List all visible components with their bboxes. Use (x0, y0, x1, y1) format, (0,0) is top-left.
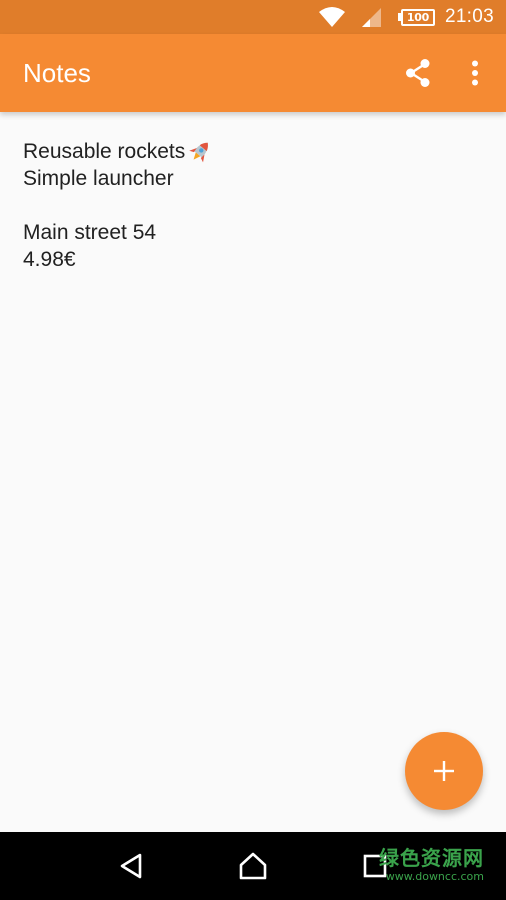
home-icon (239, 852, 267, 880)
cell-signal-icon (360, 6, 382, 28)
watermark-text: 绿色资源网 (379, 846, 484, 870)
battery-icon: 100 (397, 8, 435, 26)
notes-screen: 100 21:03 Notes Reusable rockets Simple … (0, 0, 506, 900)
battery-level: 100 (406, 10, 429, 24)
note-text-area[interactable]: Reusable rockets Simple launcher Main st… (0, 112, 506, 832)
battery-body: 100 (400, 8, 435, 26)
more-vert-icon (472, 60, 478, 86)
note-line: Reusable rockets (23, 138, 483, 165)
more-options-button[interactable] (460, 53, 490, 93)
note-line-text: 4.98€ (23, 248, 76, 271)
plus-icon (434, 761, 454, 781)
note-blank-line (23, 192, 483, 219)
back-button[interactable] (101, 836, 161, 896)
wifi-icon (318, 6, 346, 28)
share-button[interactable] (398, 53, 438, 93)
note-line-text: Reusable rockets (23, 140, 186, 163)
status-time: 21:03 (444, 6, 494, 27)
app-title: Notes (23, 57, 91, 88)
rocket-icon (186, 139, 214, 165)
note-line: 4.98€ (23, 246, 483, 273)
status-bar: 100 21:03 (0, 0, 506, 34)
home-button[interactable] (223, 836, 283, 896)
app-bar: Notes (0, 34, 506, 112)
note-line-text: Main street 54 (23, 221, 157, 244)
watermark: 绿色资源网 www.downcc.com (372, 848, 484, 882)
add-note-button[interactable] (405, 732, 483, 810)
watermark-url: www.downcc.com (385, 870, 484, 883)
share-icon (406, 59, 430, 87)
note-line-text: Simple launcher (23, 167, 174, 190)
note-line: Main street 54 (23, 219, 483, 246)
back-icon (120, 853, 142, 879)
note-line: Simple launcher (23, 165, 483, 192)
